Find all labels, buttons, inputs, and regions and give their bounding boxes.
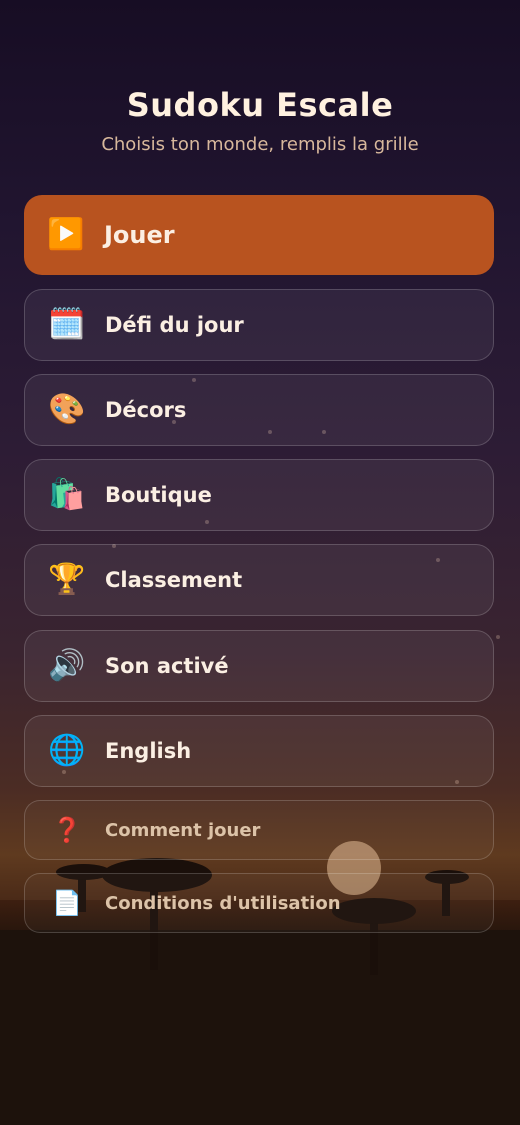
shop-label: Boutique — [105, 483, 212, 507]
sound-toggle-label: Son activé — [105, 654, 229, 678]
app-subtitle: Choisis ton monde, remplis la grille — [101, 134, 419, 155]
document-icon: 📄 — [52, 889, 82, 917]
play-icon: ▶️ — [47, 217, 85, 252]
play-button-label: Jouer — [104, 221, 175, 249]
calendar-icon: 🗓️ — [48, 307, 86, 342]
shop-button[interactable]: 🛍️ Boutique — [24, 459, 494, 531]
shopping-bags-icon: 🛍️ — [48, 477, 86, 512]
how-to-play-button[interactable]: ❓ Comment jouer — [24, 800, 494, 860]
language-button[interactable]: 🌐 English — [24, 715, 494, 787]
palette-icon: 🎨 — [48, 392, 86, 427]
leaderboard-button[interactable]: 🏆 Classement — [24, 544, 494, 616]
language-label: English — [105, 739, 192, 763]
sound-toggle-button[interactable]: 🔊 Son activé — [24, 630, 494, 702]
leaderboard-label: Classement — [105, 568, 243, 592]
terms-button[interactable]: 📄 Conditions d'utilisation — [24, 873, 494, 933]
how-to-play-label: Comment jouer — [105, 819, 261, 841]
grass-ground — [0, 930, 520, 1125]
daily-challenge-label: Défi du jour — [105, 313, 244, 337]
play-button[interactable]: ▶️ Jouer — [24, 195, 494, 275]
daily-challenge-button[interactable]: 🗓️ Défi du jour — [24, 289, 494, 361]
backgrounds-button[interactable]: 🎨 Décors — [24, 374, 494, 446]
terms-label: Conditions d'utilisation — [105, 892, 341, 914]
question-icon: ❓ — [52, 816, 82, 844]
app-title: Sudoku Escale — [126, 86, 394, 124]
globe-icon: 🌐 — [48, 733, 86, 768]
backgrounds-label: Décors — [105, 398, 187, 422]
trophy-icon: 🏆 — [48, 562, 86, 597]
speaker-icon: 🔊 — [48, 648, 86, 683]
